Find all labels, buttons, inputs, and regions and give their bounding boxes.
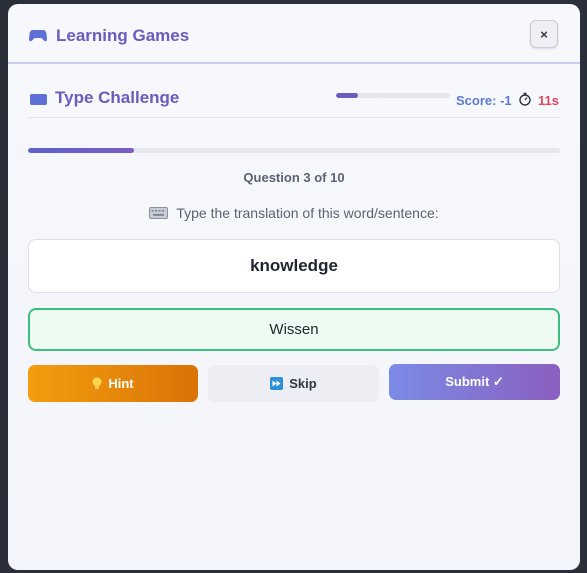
question-progress-fill <box>28 148 135 153</box>
skip-button[interactable]: Skip <box>208 365 379 402</box>
modal-title: Learning Games <box>56 26 190 45</box>
close-button[interactable]: × <box>530 20 558 48</box>
learning-games-modal: Learning Games × Type Challenge Score: -… <box>8 4 580 570</box>
timer-display: 11s <box>538 93 559 108</box>
hint-button[interactable]: Hint <box>28 365 198 402</box>
submit-button[interactable]: Submit ✓ <box>389 364 560 400</box>
keyboard-card-icon <box>30 94 47 105</box>
keyboard-icon <box>149 207 169 219</box>
question-counter: Question 3 of 10 <box>243 170 345 185</box>
score-display: Score: -1 <box>456 93 512 108</box>
skip-label: Skip <box>289 376 317 391</box>
mini-progress-bar <box>336 93 450 98</box>
word-card: knowledge <box>28 239 560 293</box>
lightbulb-icon <box>92 377 102 390</box>
prompt-word: knowledge <box>250 256 338 275</box>
mini-progress-fill <box>336 93 358 98</box>
modal-header: Learning Games × <box>8 4 580 64</box>
instruction-text: Type the translation of this word/senten… <box>176 205 439 221</box>
stopwatch-icon <box>519 92 531 106</box>
instruction: Type the translation of this word/senten… <box>8 205 580 221</box>
hint-label: Hint <box>108 376 134 391</box>
answer-input[interactable] <box>28 308 560 351</box>
gamepad-icon <box>29 30 47 42</box>
game-header: Type Challenge Score: -1 11s <box>28 78 560 118</box>
question-progress-bar <box>28 148 560 153</box>
game-title: Type Challenge <box>55 88 180 107</box>
fast-forward-icon <box>270 377 284 390</box>
